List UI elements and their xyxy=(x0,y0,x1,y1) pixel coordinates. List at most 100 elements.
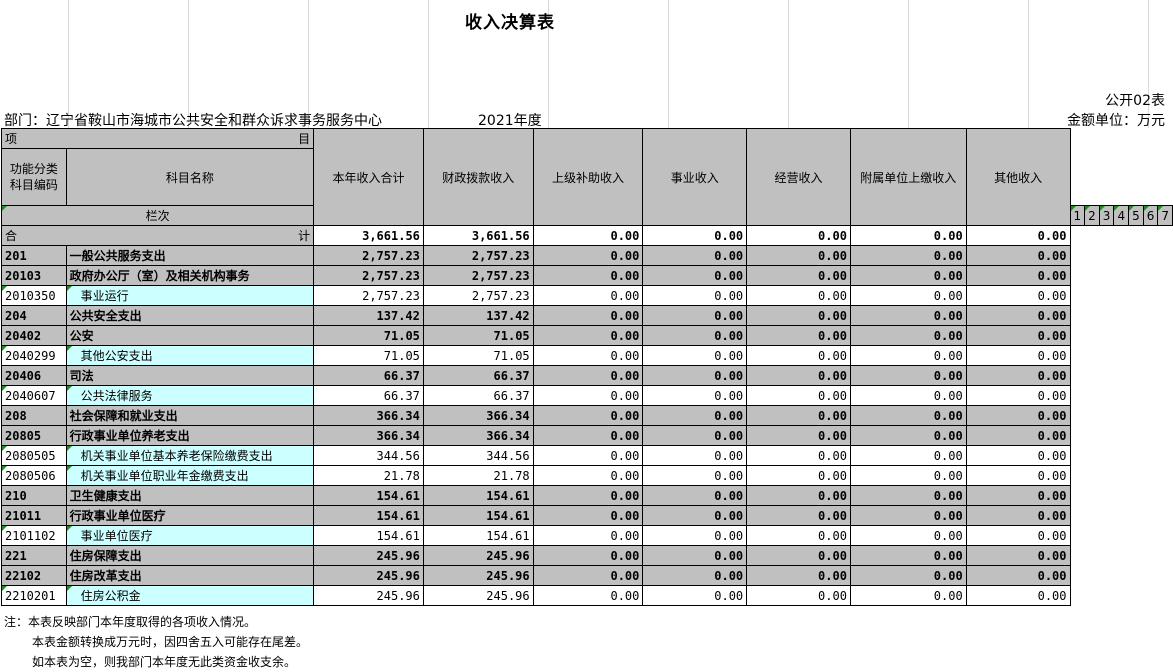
row-value-7[interactable]: 0.00 xyxy=(965,465,1071,486)
row-value-6[interactable]: 0.00 xyxy=(849,405,967,426)
row-value-1[interactable]: 344.56 xyxy=(313,445,424,466)
row-value-7[interactable]: 0.00 xyxy=(965,545,1071,566)
row-value-2[interactable]: 366.34 xyxy=(422,405,534,426)
row-value-7[interactable]: 0.00 xyxy=(965,405,1071,426)
row-value-5[interactable]: 0.00 xyxy=(746,565,851,586)
row-value-4[interactable]: 0.00 xyxy=(642,305,748,326)
row-value-1[interactable]: 21.78 xyxy=(313,465,424,486)
row-value-2[interactable]: 21.78 xyxy=(422,465,534,486)
row-value-3[interactable]: 0.00 xyxy=(532,285,644,306)
row-value-7[interactable]: 0.00 xyxy=(965,325,1071,346)
row-value-6[interactable]: 0.00 xyxy=(849,365,967,386)
row-value-4[interactable]: 0.00 xyxy=(642,285,748,306)
row-value-4[interactable]: 0.00 xyxy=(642,325,748,346)
row-value-5[interactable]: 0.00 xyxy=(746,485,851,506)
row-value-5[interactable]: 0.00 xyxy=(746,365,851,386)
row-value-3[interactable]: 0.00 xyxy=(532,325,644,346)
row-value-1[interactable]: 2,757.23 xyxy=(313,265,424,286)
row-value-1[interactable]: 71.05 xyxy=(313,325,424,346)
row-value-1[interactable]: 2,757.23 xyxy=(313,245,424,266)
row-value-5[interactable]: 0.00 xyxy=(746,505,851,526)
row-value-1[interactable]: 154.61 xyxy=(313,485,424,506)
row-value-6[interactable]: 0.00 xyxy=(849,245,967,266)
row-value-3[interactable]: 0.00 xyxy=(532,585,644,606)
row-value-7[interactable]: 0.00 xyxy=(965,565,1071,586)
row-value-2[interactable]: 66.37 xyxy=(422,385,534,406)
row-value-3[interactable]: 0.00 xyxy=(532,245,644,266)
row-value-3[interactable]: 0.00 xyxy=(532,565,644,586)
row-value-5[interactable]: 0.00 xyxy=(746,585,851,606)
row-value-1[interactable]: 366.34 xyxy=(313,405,424,426)
row-value-5[interactable]: 0.00 xyxy=(746,525,851,546)
row-value-5[interactable]: 0.00 xyxy=(746,385,851,406)
row-value-7[interactable]: 0.00 xyxy=(965,425,1071,446)
row-value-1[interactable]: 245.96 xyxy=(313,565,424,586)
row-value-5[interactable]: 0.00 xyxy=(746,265,851,286)
row-value-4[interactable]: 0.00 xyxy=(642,425,748,446)
row-value-1[interactable]: 66.37 xyxy=(313,365,424,386)
row-value-5[interactable]: 0.00 xyxy=(746,405,851,426)
row-value-6[interactable]: 0.00 xyxy=(849,425,967,446)
row-value-7[interactable]: 0.00 xyxy=(965,385,1071,406)
row-value-4[interactable]: 0.00 xyxy=(642,365,748,386)
row-value-3[interactable]: 0.00 xyxy=(532,445,644,466)
row-value-3[interactable]: 0.00 xyxy=(532,465,644,486)
row-value-3[interactable]: 0.00 xyxy=(532,545,644,566)
row-value-1[interactable]: 154.61 xyxy=(313,525,424,546)
row-value-4[interactable]: 0.00 xyxy=(642,445,748,466)
row-value-5[interactable]: 0.00 xyxy=(746,345,851,366)
row-value-4[interactable]: 0.00 xyxy=(642,585,748,606)
total-value-2[interactable]: 3,661.56 xyxy=(422,225,534,246)
total-value-1[interactable]: 3,661.56 xyxy=(313,225,424,246)
row-value-5[interactable]: 0.00 xyxy=(746,325,851,346)
row-value-6[interactable]: 0.00 xyxy=(849,525,967,546)
row-value-2[interactable]: 154.61 xyxy=(422,505,534,526)
row-value-4[interactable]: 0.00 xyxy=(642,385,748,406)
total-value-6[interactable]: 0.00 xyxy=(849,225,967,246)
row-value-3[interactable]: 0.00 xyxy=(532,405,644,426)
row-value-6[interactable]: 0.00 xyxy=(849,305,967,326)
total-value-4[interactable]: 0.00 xyxy=(642,225,748,246)
row-value-2[interactable]: 154.61 xyxy=(422,485,534,506)
row-value-3[interactable]: 0.00 xyxy=(532,305,644,326)
row-value-3[interactable]: 0.00 xyxy=(532,525,644,546)
row-value-3[interactable]: 0.00 xyxy=(532,485,644,506)
row-value-4[interactable]: 0.00 xyxy=(642,485,748,506)
row-value-1[interactable]: 245.96 xyxy=(313,585,424,606)
row-value-6[interactable]: 0.00 xyxy=(849,485,967,506)
row-value-5[interactable]: 0.00 xyxy=(746,245,851,266)
row-value-3[interactable]: 0.00 xyxy=(532,345,644,366)
row-value-1[interactable]: 154.61 xyxy=(313,505,424,526)
row-value-7[interactable]: 0.00 xyxy=(965,265,1071,286)
row-value-7[interactable]: 0.00 xyxy=(965,345,1071,366)
row-value-4[interactable]: 0.00 xyxy=(642,565,748,586)
row-value-6[interactable]: 0.00 xyxy=(849,285,967,306)
row-value-5[interactable]: 0.00 xyxy=(746,305,851,326)
row-value-5[interactable]: 0.00 xyxy=(746,285,851,306)
row-value-4[interactable]: 0.00 xyxy=(642,345,748,366)
row-value-2[interactable]: 71.05 xyxy=(422,345,534,366)
row-value-6[interactable]: 0.00 xyxy=(849,585,967,606)
row-value-1[interactable]: 137.42 xyxy=(313,305,424,326)
row-value-2[interactable]: 344.56 xyxy=(422,445,534,466)
row-value-2[interactable]: 2,757.23 xyxy=(422,245,534,266)
row-value-2[interactable]: 66.37 xyxy=(422,365,534,386)
row-value-5[interactable]: 0.00 xyxy=(746,445,851,466)
row-value-1[interactable]: 366.34 xyxy=(313,425,424,446)
row-value-1[interactable]: 66.37 xyxy=(313,385,424,406)
row-value-2[interactable]: 245.96 xyxy=(422,585,534,606)
total-value-5[interactable]: 0.00 xyxy=(746,225,851,246)
row-value-2[interactable]: 245.96 xyxy=(422,565,534,586)
row-value-6[interactable]: 0.00 xyxy=(849,565,967,586)
row-value-5[interactable]: 0.00 xyxy=(746,425,851,446)
row-value-2[interactable]: 2,757.23 xyxy=(422,265,534,286)
row-value-6[interactable]: 0.00 xyxy=(849,265,967,286)
row-value-4[interactable]: 0.00 xyxy=(642,245,748,266)
total-value-7[interactable]: 0.00 xyxy=(965,225,1071,246)
row-value-7[interactable]: 0.00 xyxy=(965,505,1071,526)
row-value-7[interactable]: 0.00 xyxy=(965,445,1071,466)
row-value-7[interactable]: 0.00 xyxy=(965,485,1071,506)
row-value-2[interactable]: 154.61 xyxy=(422,525,534,546)
row-value-4[interactable]: 0.00 xyxy=(642,545,748,566)
row-value-1[interactable]: 245.96 xyxy=(313,545,424,566)
